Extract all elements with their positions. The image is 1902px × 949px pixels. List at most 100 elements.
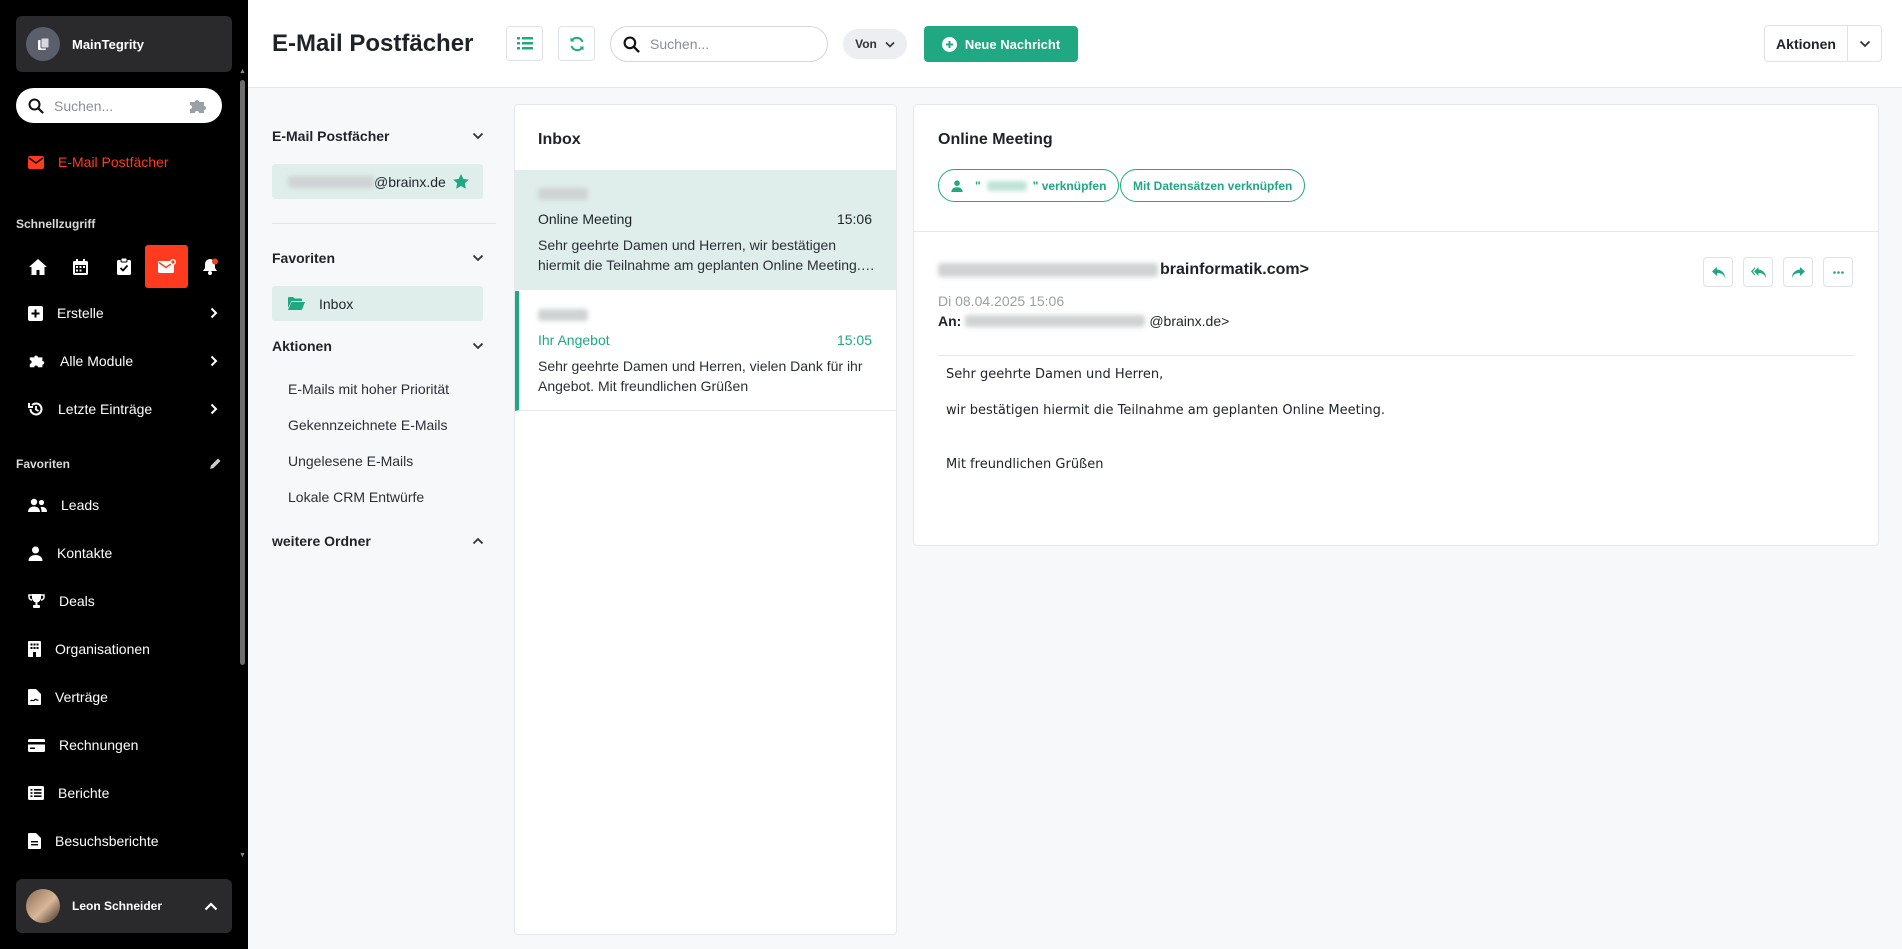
list-view-button[interactable] — [506, 26, 543, 61]
quick-tasks[interactable] — [102, 245, 145, 288]
sidebar-item-recent[interactable]: Letzte Einträge — [28, 397, 218, 421]
page-title: E-Mail Postfächer — [272, 30, 474, 57]
actions-section-header[interactable]: Aktionen — [272, 338, 484, 354]
search-icon — [623, 36, 640, 53]
pencil-icon[interactable] — [209, 457, 222, 470]
favorites-section-header[interactable]: Favoriten — [272, 250, 484, 266]
folder-inbox[interactable]: Inbox — [272, 286, 483, 321]
list-icon — [516, 37, 533, 50]
body-closing: Mit freundlichen Grüßen — [946, 457, 1104, 472]
actions-dropdown[interactable]: Aktionen — [1764, 25, 1882, 62]
quick-calendar[interactable] — [59, 245, 102, 288]
scroll-up-icon[interactable]: ▲ — [239, 68, 246, 75]
link-contact-button[interactable]: " " verknüpfen — [938, 169, 1120, 202]
actions-button[interactable]: Aktionen — [1765, 26, 1848, 61]
topbar: E-Mail Postfächer Von Neue Nachricht Akt… — [248, 0, 1902, 88]
filter-local-drafts[interactable]: Lokale CRM Entwürfe — [288, 489, 424, 505]
sidebar-item-leads[interactable]: Leads — [28, 493, 218, 517]
detail-divider — [914, 231, 1878, 232]
mailbox-domain: @brainx.de — [374, 173, 446, 190]
star-icon[interactable] — [453, 174, 469, 189]
folder-inbox-label: Inbox — [319, 295, 354, 312]
sidebar-item-invoices[interactable]: Rechnungen — [28, 733, 218, 757]
sidebar-item-create[interactable]: Erstelle — [28, 301, 218, 325]
quick-access-bar — [16, 245, 232, 288]
actions-toggle[interactable] — [1848, 40, 1881, 48]
reply-all-icon — [1750, 266, 1766, 278]
calendar-icon — [73, 258, 88, 275]
sidebar-item-deals-label: Deals — [59, 593, 95, 609]
report-icon — [28, 786, 44, 800]
refresh-button[interactable] — [558, 26, 595, 61]
quick-email[interactable] — [145, 245, 188, 288]
puzzle-icon[interactable] — [188, 99, 208, 113]
link-records-label: Mit Datensätzen verknüpfen — [1133, 178, 1293, 193]
quick-home[interactable] — [16, 245, 59, 288]
avatar — [26, 889, 60, 923]
chevron-down-icon — [1859, 40, 1870, 47]
brand-switcher[interactable]: MainTegrity — [16, 16, 232, 72]
sidebar-item-email[interactable]: E-Mail Postfächer — [28, 154, 168, 170]
trophy-icon — [28, 594, 45, 608]
filter-unread[interactable]: Ungelesene E-Mails — [288, 453, 413, 469]
from-filter-dropdown[interactable]: Von — [843, 29, 907, 59]
new-message-label: Neue Nachricht — [964, 36, 1061, 52]
message-time: 15:06 — [836, 211, 872, 227]
sidebar-search[interactable] — [16, 88, 222, 123]
sidebar-item-recent-label: Letzte Einträge — [58, 401, 153, 417]
message-time: 15:05 — [836, 332, 872, 348]
sidebar-scrollbar[interactable] — [240, 80, 245, 665]
sidebar-search-input[interactable] — [54, 97, 174, 114]
chevron-right-icon — [210, 307, 218, 319]
message-subject: Ihr Angebot — [538, 332, 610, 348]
list-item[interactable]: Online Meeting 15:06 Sehr geehrte Damen … — [515, 170, 896, 290]
body-greeting: Sehr geehrte Damen und Herren, — [946, 367, 1164, 382]
contact-name-redacted — [986, 180, 1027, 191]
sidebar-item-modules[interactable]: Alle Module — [28, 349, 218, 373]
sidebar-item-visit-reports[interactable]: Besuchsberichte — [28, 829, 218, 853]
bell-icon — [202, 258, 218, 275]
forward-button[interactable] — [1783, 257, 1813, 287]
mail-search-input[interactable] — [650, 36, 810, 52]
quick-notifications[interactable] — [188, 245, 231, 288]
mailboxes-section-header[interactable]: E-Mail Postfächer — [272, 128, 484, 144]
filter-high-priority[interactable]: E-Mails mit hoher Priorität — [288, 381, 449, 397]
chevron-down-icon — [472, 254, 484, 262]
list-item[interactable]: Ihr Angebot 15:05 Sehr geehrte Damen und… — [515, 291, 896, 411]
refresh-icon — [570, 36, 583, 51]
user-name: Leon Schneider — [72, 899, 163, 913]
chevron-down-icon — [472, 132, 484, 140]
envelope-icon — [28, 155, 44, 169]
user-menu[interactable]: Leon Schneider — [16, 879, 232, 933]
mail-search[interactable] — [610, 26, 828, 62]
forward-icon — [1791, 266, 1805, 278]
new-message-button[interactable]: Neue Nachricht — [924, 26, 1078, 62]
ellipsis-icon — [1832, 270, 1844, 274]
more-folders-header[interactable]: weitere Ordner — [272, 533, 484, 549]
sidebar-item-contracts[interactable]: Verträge — [28, 685, 218, 709]
mailbox-item[interactable]: @brainx.de — [272, 164, 483, 199]
quick-access-label: Schnellzugriff — [16, 217, 96, 231]
sidebar-item-email-label: E-Mail Postfächer — [58, 154, 169, 170]
body-paragraph: wir bestätigen hiermit die Teilnahme am … — [946, 403, 1385, 418]
sidebar-item-deals[interactable]: Deals — [28, 589, 218, 613]
scroll-down-icon[interactable]: ▼ — [239, 852, 246, 859]
link-records-button[interactable]: Mit Datensätzen verknüpfen — [1120, 169, 1306, 202]
reply-icon — [1711, 266, 1725, 278]
chevron-right-icon — [210, 403, 218, 415]
sidebar-item-organisations[interactable]: Organisationen — [28, 637, 218, 661]
message-list-title: Inbox — [538, 131, 581, 148]
sidebar-item-contacts[interactable]: Kontakte — [28, 541, 218, 565]
recipient-line: An: @brainx.de> — [938, 313, 1229, 329]
link-contact-label: " verknüpfen — [1032, 178, 1107, 193]
reply-button[interactable] — [1703, 257, 1733, 287]
folder-divider — [272, 223, 496, 224]
favorites-section-label: Favoriten — [272, 250, 336, 266]
mailbox-user-redacted — [288, 175, 374, 188]
filter-flagged[interactable]: Gekennzeichnete E-Mails — [288, 417, 448, 433]
sidebar-item-reports[interactable]: Berichte — [28, 781, 218, 805]
reply-all-button[interactable] — [1743, 257, 1773, 287]
user-icon — [951, 179, 963, 192]
user-icon — [28, 546, 43, 561]
more-options-button[interactable] — [1823, 257, 1853, 287]
